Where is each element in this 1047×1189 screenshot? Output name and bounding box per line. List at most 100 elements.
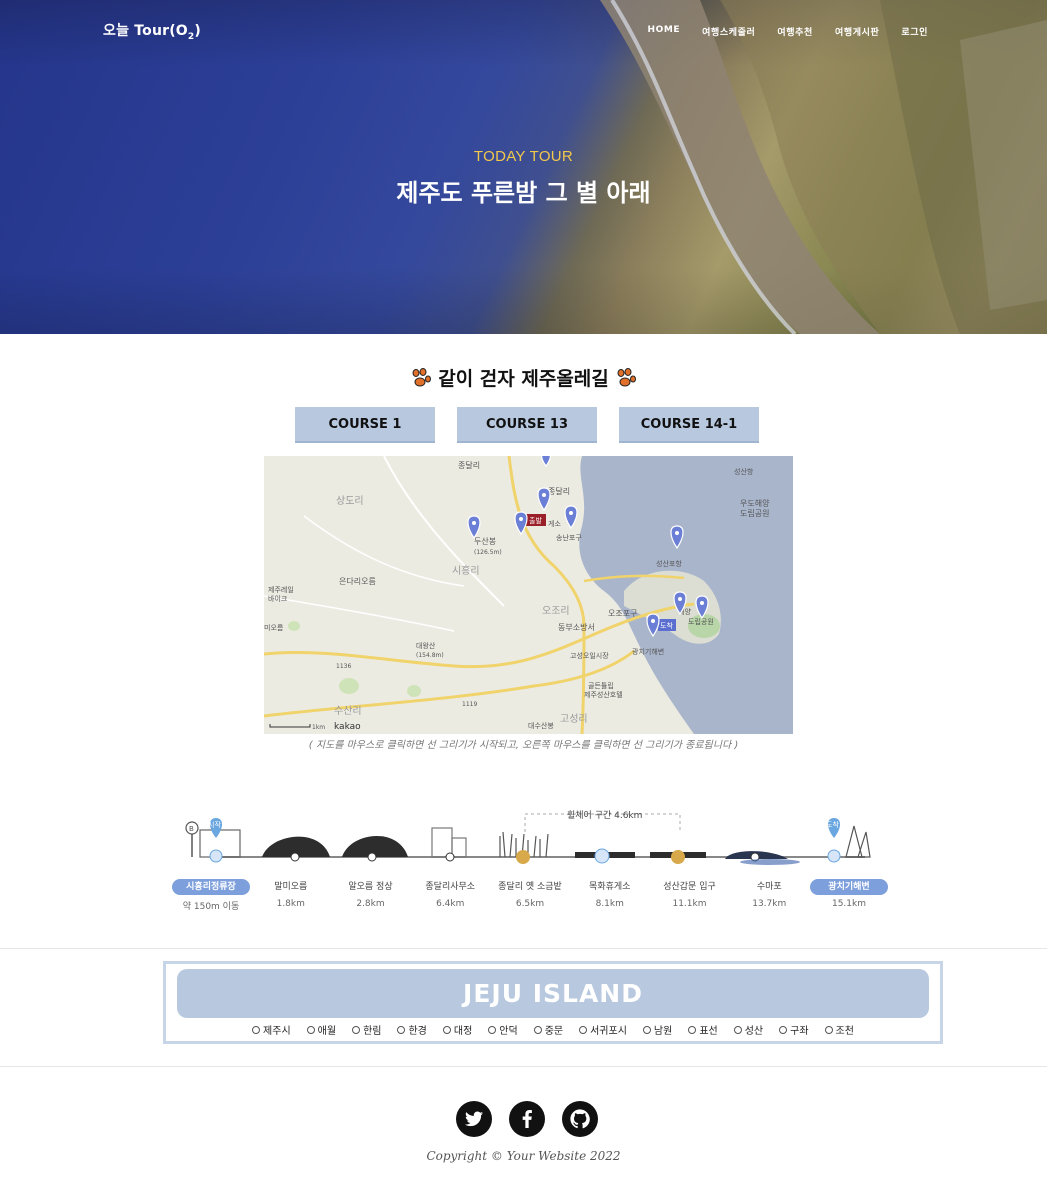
map-canvas[interactable]: 종달리 상도리 두산봉 (126.5m) 은다리오름 시흥리 제주레일 바이크 … [264, 456, 793, 734]
map-label: 도립공원 [688, 617, 714, 626]
start-tag: 시작 [208, 820, 221, 829]
github-link[interactable] [562, 1101, 598, 1137]
region-option-jungmun[interactable]: 중문 [533, 1022, 564, 1037]
map-label: 성산포항 [656, 559, 682, 568]
radio-icon[interactable] [779, 1025, 788, 1034]
map-label: 고성오일시장 [570, 651, 609, 660]
region-option-aewol[interactable]: 애월 [306, 1022, 337, 1037]
radio-icon[interactable] [488, 1025, 497, 1034]
map-label: 두산봉 [474, 536, 496, 546]
hero-title: 제주도 푸른밤 그 별 아래 [396, 179, 651, 207]
jeju-region-panel: JEJU ISLAND 제주시 애월 한림 한경 대정 안덕 중문 서귀포시 남… [163, 961, 943, 1044]
radio-icon[interactable] [733, 1025, 742, 1034]
radio-icon[interactable] [252, 1025, 261, 1034]
radio-icon[interactable] [642, 1025, 651, 1034]
section-title-text: 같이 걷자 제주올레길 [438, 368, 609, 390]
github-icon [570, 1109, 590, 1129]
radio-icon[interactable] [306, 1025, 315, 1034]
region-option-namwon[interactable]: 남원 [642, 1022, 672, 1037]
stop-distance: 11.1km [672, 899, 707, 909]
map-label: 상도리 [336, 495, 364, 507]
nav-login[interactable]: 로그인 [890, 25, 939, 38]
site-logo[interactable]: 오늘 Tour(O2) [103, 20, 201, 42]
region-option-daejeong[interactable]: 대정 [442, 1022, 472, 1037]
map-label: 1km [312, 724, 325, 731]
stop-distance: 13.7km [752, 899, 787, 909]
map-label: 송난포구 [556, 533, 582, 542]
wheelchair-section-label: 휠체어 구간 4.6km [567, 809, 642, 821]
nav-board[interactable]: 여행게시판 [824, 25, 890, 38]
radio-icon[interactable] [579, 1025, 588, 1034]
region-option-andeok[interactable]: 안덕 [488, 1022, 518, 1037]
region-option-seogwipo[interactable]: 서귀포시 [579, 1022, 627, 1037]
radio-icon[interactable] [688, 1025, 697, 1034]
twitter-icon [465, 1111, 483, 1127]
paw-icon [412, 368, 432, 387]
paw-icon [617, 368, 636, 387]
stop-name: 종달리 옛 소금밭 [498, 882, 562, 892]
map-label: 은다리오름 [339, 577, 376, 586]
map-label: 오조리 [542, 605, 570, 617]
hero-background-photo [600, 0, 1047, 334]
region-option-hallim[interactable]: 한림 [352, 1022, 381, 1037]
hero-subtitle: TODAY TOUR [473, 148, 574, 165]
region-option-gujwa[interactable]: 구좌 [779, 1022, 809, 1037]
map-label: 고성리 [560, 713, 588, 725]
nav-scheduler[interactable]: 여행스케줄러 [691, 25, 766, 38]
map-label: 대왕산 [416, 641, 436, 650]
course-stop-list: 시흥리정류장 약 150m 이동 말미오름 1.8km 알오름 정상 2.8km… [172, 879, 888, 912]
course-stop: 시흥리정류장 약 150m 이동 [172, 879, 250, 912]
map-label: 종달리 [548, 487, 570, 496]
course-14-1-button[interactable]: COURSE 14-1 [619, 407, 759, 443]
radio-icon[interactable] [533, 1025, 542, 1034]
stop-name: 목화휴게소 [589, 882, 631, 892]
course-elevation-graphic: 휠체어 구간 4.6km B 시작 도착 [185, 809, 871, 865]
twitter-link[interactable] [456, 1101, 492, 1137]
map-label: 종달리 [458, 461, 480, 470]
facebook-link[interactable] [509, 1101, 545, 1137]
map-label: 수산리 [334, 705, 362, 717]
radio-icon[interactable] [824, 1025, 833, 1034]
map-label: 광치기해변 [632, 647, 664, 656]
map-label: 미오름 [264, 623, 284, 632]
section-title: 같이 걷자 제주올레길 [0, 364, 1047, 391]
course-button-group: COURSE 1 COURSE 13 COURSE 14-1 [295, 407, 759, 443]
social-links [456, 1101, 598, 1137]
region-option-seongsan[interactable]: 성산 [733, 1022, 763, 1037]
map-label: 바이크 [268, 594, 288, 603]
svg-text:B: B [189, 825, 194, 833]
region-label: 한경 [408, 1026, 427, 1037]
stop-name: 수마포 [756, 882, 782, 892]
course-stop: 말미오름 1.8km [252, 879, 330, 912]
course-stop: 광치기해변 15.1km [810, 879, 888, 912]
region-label: 애월 [317, 1026, 337, 1037]
region-label: 서귀포시 [590, 1026, 627, 1037]
stop-distance: 6.4km [436, 899, 465, 909]
stop-distance: 2.8km [356, 899, 385, 909]
course-1-button[interactable]: COURSE 1 [295, 407, 435, 443]
map-logo: kakao [334, 722, 361, 732]
region-option-hangyeong[interactable]: 한경 [397, 1022, 427, 1037]
stop-name: 광치기해변 [810, 879, 888, 895]
radio-icon[interactable] [352, 1025, 361, 1034]
section-divider [0, 1066, 1047, 1067]
course-13-button[interactable]: COURSE 13 [457, 407, 597, 443]
nav-recommend[interactable]: 여행추천 [766, 25, 824, 38]
region-label: 중문 [544, 1026, 564, 1037]
map-label: 대수산봉 [528, 721, 554, 730]
map-label: 1119 [462, 701, 477, 708]
radio-icon[interactable] [397, 1025, 406, 1034]
map-label: 동부소방서 [558, 622, 595, 632]
region-option-jocheon[interactable]: 조천 [824, 1022, 854, 1037]
region-option-pyoseon[interactable]: 표선 [688, 1022, 718, 1037]
radio-icon[interactable] [442, 1025, 451, 1034]
stop-distance: 6.5km [515, 899, 545, 909]
region-option-jeju[interactable]: 제주시 [252, 1022, 291, 1037]
course-map[interactable]: 종달리 상도리 두산봉 (126.5m) 은다리오름 시흥리 제주레일 바이크 … [264, 456, 793, 734]
top-nav: HOME 여행스케줄러 여행추천 여행게시판 로그인 [636, 25, 939, 38]
nav-home[interactable]: HOME [636, 25, 691, 38]
stop-distance: 약 150m 이동 [182, 902, 240, 912]
region-radio-group: 제주시 애월 한림 한경 대정 안덕 중문 서귀포시 남원 표선 성산 구좌 조… [166, 1022, 940, 1037]
section-divider [0, 948, 1047, 949]
region-label: 안덕 [499, 1026, 518, 1037]
